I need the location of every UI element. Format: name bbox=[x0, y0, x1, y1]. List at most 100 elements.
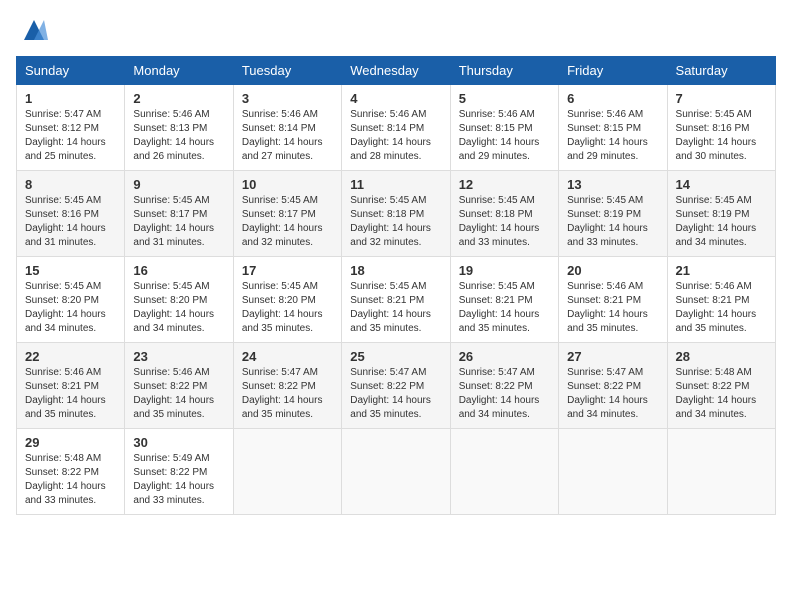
table-row: 6 Sunrise: 5:46 AM Sunset: 8:15 PM Dayli… bbox=[559, 85, 667, 171]
table-row: 14 Sunrise: 5:45 AM Sunset: 8:19 PM Dayl… bbox=[667, 171, 775, 257]
table-row: 13 Sunrise: 5:45 AM Sunset: 8:19 PM Dayl… bbox=[559, 171, 667, 257]
day-number: 7 bbox=[676, 91, 767, 106]
day-number: 10 bbox=[242, 177, 333, 192]
table-row: 20 Sunrise: 5:46 AM Sunset: 8:21 PM Dayl… bbox=[559, 257, 667, 343]
day-info: Sunrise: 5:45 AM Sunset: 8:20 PM Dayligh… bbox=[133, 281, 214, 334]
day-info: Sunrise: 5:47 AM Sunset: 8:22 PM Dayligh… bbox=[459, 367, 540, 420]
table-row bbox=[667, 429, 775, 515]
table-row: 2 Sunrise: 5:46 AM Sunset: 8:13 PM Dayli… bbox=[125, 85, 233, 171]
day-info: Sunrise: 5:48 AM Sunset: 8:22 PM Dayligh… bbox=[25, 453, 106, 506]
table-row: 5 Sunrise: 5:46 AM Sunset: 8:15 PM Dayli… bbox=[450, 85, 558, 171]
day-number: 29 bbox=[25, 435, 116, 450]
day-number: 21 bbox=[676, 263, 767, 278]
day-info: Sunrise: 5:47 AM Sunset: 8:22 PM Dayligh… bbox=[567, 367, 648, 420]
day-info: Sunrise: 5:47 AM Sunset: 8:22 PM Dayligh… bbox=[242, 367, 323, 420]
day-info: Sunrise: 5:46 AM Sunset: 8:15 PM Dayligh… bbox=[567, 109, 648, 162]
logo-icon bbox=[20, 16, 48, 44]
table-row: 4 Sunrise: 5:46 AM Sunset: 8:14 PM Dayli… bbox=[342, 85, 450, 171]
table-row bbox=[342, 429, 450, 515]
day-number: 6 bbox=[567, 91, 658, 106]
day-info: Sunrise: 5:46 AM Sunset: 8:14 PM Dayligh… bbox=[242, 109, 323, 162]
table-row: 23 Sunrise: 5:46 AM Sunset: 8:22 PM Dayl… bbox=[125, 343, 233, 429]
day-info: Sunrise: 5:45 AM Sunset: 8:19 PM Dayligh… bbox=[676, 195, 757, 248]
day-info: Sunrise: 5:47 AM Sunset: 8:12 PM Dayligh… bbox=[25, 109, 106, 162]
day-number: 25 bbox=[350, 349, 441, 364]
table-row: 3 Sunrise: 5:46 AM Sunset: 8:14 PM Dayli… bbox=[233, 85, 341, 171]
day-info: Sunrise: 5:45 AM Sunset: 8:19 PM Dayligh… bbox=[567, 195, 648, 248]
day-number: 17 bbox=[242, 263, 333, 278]
logo bbox=[16, 16, 48, 44]
table-row: 8 Sunrise: 5:45 AM Sunset: 8:16 PM Dayli… bbox=[17, 171, 125, 257]
column-header-tuesday: Tuesday bbox=[233, 57, 341, 85]
calendar-week-row: 15 Sunrise: 5:45 AM Sunset: 8:20 PM Dayl… bbox=[17, 257, 776, 343]
day-number: 26 bbox=[459, 349, 550, 364]
day-info: Sunrise: 5:48 AM Sunset: 8:22 PM Dayligh… bbox=[676, 367, 757, 420]
page-header bbox=[16, 16, 776, 44]
day-info: Sunrise: 5:45 AM Sunset: 8:16 PM Dayligh… bbox=[676, 109, 757, 162]
day-info: Sunrise: 5:45 AM Sunset: 8:20 PM Dayligh… bbox=[242, 281, 323, 334]
calendar-week-row: 22 Sunrise: 5:46 AM Sunset: 8:21 PM Dayl… bbox=[17, 343, 776, 429]
table-row: 9 Sunrise: 5:45 AM Sunset: 8:17 PM Dayli… bbox=[125, 171, 233, 257]
table-row: 22 Sunrise: 5:46 AM Sunset: 8:21 PM Dayl… bbox=[17, 343, 125, 429]
day-number: 23 bbox=[133, 349, 224, 364]
table-row bbox=[559, 429, 667, 515]
day-number: 30 bbox=[133, 435, 224, 450]
table-row: 21 Sunrise: 5:46 AM Sunset: 8:21 PM Dayl… bbox=[667, 257, 775, 343]
column-header-wednesday: Wednesday bbox=[342, 57, 450, 85]
table-row: 18 Sunrise: 5:45 AM Sunset: 8:21 PM Dayl… bbox=[342, 257, 450, 343]
day-number: 22 bbox=[25, 349, 116, 364]
day-number: 18 bbox=[350, 263, 441, 278]
day-number: 20 bbox=[567, 263, 658, 278]
day-number: 14 bbox=[676, 177, 767, 192]
day-number: 12 bbox=[459, 177, 550, 192]
day-info: Sunrise: 5:47 AM Sunset: 8:22 PM Dayligh… bbox=[350, 367, 431, 420]
day-info: Sunrise: 5:45 AM Sunset: 8:17 PM Dayligh… bbox=[242, 195, 323, 248]
table-row: 24 Sunrise: 5:47 AM Sunset: 8:22 PM Dayl… bbox=[233, 343, 341, 429]
table-row: 25 Sunrise: 5:47 AM Sunset: 8:22 PM Dayl… bbox=[342, 343, 450, 429]
day-info: Sunrise: 5:46 AM Sunset: 8:15 PM Dayligh… bbox=[459, 109, 540, 162]
table-row: 28 Sunrise: 5:48 AM Sunset: 8:22 PM Dayl… bbox=[667, 343, 775, 429]
day-number: 11 bbox=[350, 177, 441, 192]
calendar-week-row: 8 Sunrise: 5:45 AM Sunset: 8:16 PM Dayli… bbox=[17, 171, 776, 257]
day-info: Sunrise: 5:46 AM Sunset: 8:13 PM Dayligh… bbox=[133, 109, 214, 162]
calendar-table: SundayMondayTuesdayWednesdayThursdayFrid… bbox=[16, 56, 776, 515]
day-info: Sunrise: 5:46 AM Sunset: 8:14 PM Dayligh… bbox=[350, 109, 431, 162]
column-header-thursday: Thursday bbox=[450, 57, 558, 85]
day-number: 28 bbox=[676, 349, 767, 364]
day-number: 27 bbox=[567, 349, 658, 364]
day-number: 16 bbox=[133, 263, 224, 278]
table-row: 12 Sunrise: 5:45 AM Sunset: 8:18 PM Dayl… bbox=[450, 171, 558, 257]
day-info: Sunrise: 5:45 AM Sunset: 8:21 PM Dayligh… bbox=[350, 281, 431, 334]
day-info: Sunrise: 5:45 AM Sunset: 8:18 PM Dayligh… bbox=[459, 195, 540, 248]
day-number: 9 bbox=[133, 177, 224, 192]
table-row bbox=[233, 429, 341, 515]
day-info: Sunrise: 5:45 AM Sunset: 8:17 PM Dayligh… bbox=[133, 195, 214, 248]
table-row: 1 Sunrise: 5:47 AM Sunset: 8:12 PM Dayli… bbox=[17, 85, 125, 171]
day-number: 19 bbox=[459, 263, 550, 278]
day-info: Sunrise: 5:45 AM Sunset: 8:18 PM Dayligh… bbox=[350, 195, 431, 248]
table-row: 7 Sunrise: 5:45 AM Sunset: 8:16 PM Dayli… bbox=[667, 85, 775, 171]
table-row: 15 Sunrise: 5:45 AM Sunset: 8:20 PM Dayl… bbox=[17, 257, 125, 343]
column-header-saturday: Saturday bbox=[667, 57, 775, 85]
day-number: 15 bbox=[25, 263, 116, 278]
day-number: 3 bbox=[242, 91, 333, 106]
day-number: 8 bbox=[25, 177, 116, 192]
day-info: Sunrise: 5:46 AM Sunset: 8:21 PM Dayligh… bbox=[676, 281, 757, 334]
calendar-header-row: SundayMondayTuesdayWednesdayThursdayFrid… bbox=[17, 57, 776, 85]
day-info: Sunrise: 5:45 AM Sunset: 8:21 PM Dayligh… bbox=[459, 281, 540, 334]
day-number: 5 bbox=[459, 91, 550, 106]
day-number: 1 bbox=[25, 91, 116, 106]
day-info: Sunrise: 5:46 AM Sunset: 8:21 PM Dayligh… bbox=[25, 367, 106, 420]
table-row bbox=[450, 429, 558, 515]
column-header-monday: Monday bbox=[125, 57, 233, 85]
table-row: 16 Sunrise: 5:45 AM Sunset: 8:20 PM Dayl… bbox=[125, 257, 233, 343]
day-info: Sunrise: 5:49 AM Sunset: 8:22 PM Dayligh… bbox=[133, 453, 214, 506]
day-number: 24 bbox=[242, 349, 333, 364]
day-number: 2 bbox=[133, 91, 224, 106]
day-number: 4 bbox=[350, 91, 441, 106]
table-row: 29 Sunrise: 5:48 AM Sunset: 8:22 PM Dayl… bbox=[17, 429, 125, 515]
day-info: Sunrise: 5:46 AM Sunset: 8:22 PM Dayligh… bbox=[133, 367, 214, 420]
table-row: 11 Sunrise: 5:45 AM Sunset: 8:18 PM Dayl… bbox=[342, 171, 450, 257]
table-row: 27 Sunrise: 5:47 AM Sunset: 8:22 PM Dayl… bbox=[559, 343, 667, 429]
table-row: 30 Sunrise: 5:49 AM Sunset: 8:22 PM Dayl… bbox=[125, 429, 233, 515]
